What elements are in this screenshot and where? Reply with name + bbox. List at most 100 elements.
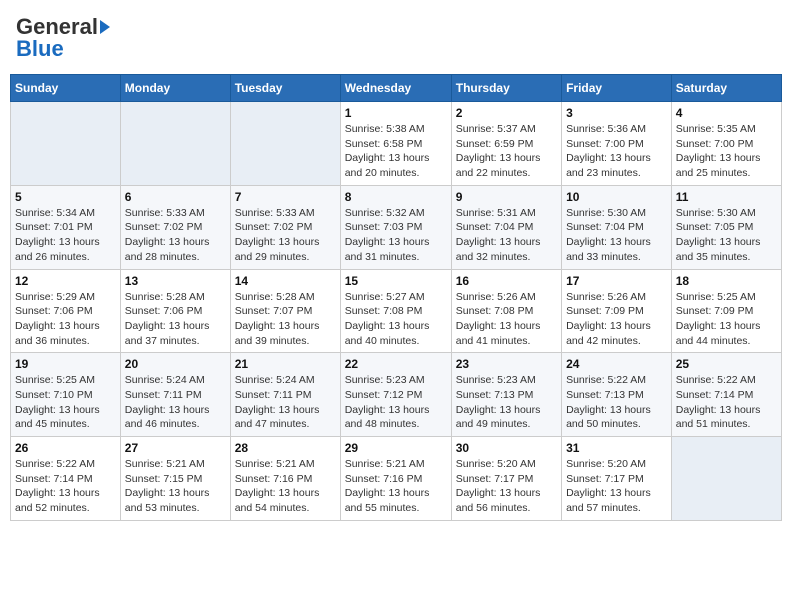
calendar-day-cell: 29Sunrise: 5:21 AM Sunset: 7:16 PM Dayli… bbox=[340, 437, 451, 521]
calendar-day-cell bbox=[230, 102, 340, 186]
day-info: Sunrise: 5:24 AM Sunset: 7:11 PM Dayligh… bbox=[125, 373, 226, 432]
calendar-day-cell: 8 Sunrise: 5:32 AM Sunset: 7:03 PM Daylig… bbox=[340, 185, 451, 269]
day-info: Sunrise: 5:34 AM Sunset: 7:01 PM Dayligh… bbox=[15, 206, 116, 265]
calendar-day-cell: 31Sunrise: 5:20 AM Sunset: 7:17 PM Dayli… bbox=[562, 437, 672, 521]
day-info: Sunrise: 5:21 AM Sunset: 7:16 PM Dayligh… bbox=[345, 457, 447, 516]
day-number: 20 bbox=[125, 357, 226, 371]
calendar-table: SundayMondayTuesdayWednesdayThursdayFrid… bbox=[10, 74, 782, 521]
day-number: 27 bbox=[125, 441, 226, 455]
calendar-day-cell: 24Sunrise: 5:22 AM Sunset: 7:13 PM Dayli… bbox=[562, 353, 672, 437]
day-number: 23 bbox=[456, 357, 557, 371]
calendar-day-cell: 21 Sunrise: 5:24 AM Sunset: 7:11 PM Dayli… bbox=[230, 353, 340, 437]
calendar-day-cell: 28 Sunrise: 5:21 AM Sunset: 7:16 PM Dayli… bbox=[230, 437, 340, 521]
day-info: Sunrise: 5:22 AM Sunset: 7:14 PM Dayligh… bbox=[15, 457, 116, 516]
calendar-day-cell: 3 Sunrise: 5:36 AM Sunset: 7:00 PM Daylig… bbox=[562, 102, 672, 186]
day-info: Sunrise: 5:30 AM Sunset: 7:05 PM Dayligh… bbox=[676, 206, 777, 265]
day-number: 3 bbox=[566, 106, 667, 120]
day-info: Sunrise: 5:25 AM Sunset: 7:09 PM Dayligh… bbox=[676, 290, 777, 349]
day-info: Sunrise: 5:26 AM Sunset: 7:09 PM Dayligh… bbox=[566, 290, 667, 349]
calendar-day-cell: 13 Sunrise: 5:28 AM Sunset: 7:06 PM Dayli… bbox=[120, 269, 230, 353]
day-number: 17 bbox=[566, 274, 667, 288]
calendar-header-row: SundayMondayTuesdayWednesdayThursdayFrid… bbox=[11, 75, 782, 102]
day-number: 4 bbox=[676, 106, 777, 120]
calendar-day-cell bbox=[671, 437, 781, 521]
day-info: Sunrise: 5:30 AM Sunset: 7:04 PM Dayligh… bbox=[566, 206, 667, 265]
day-info: Sunrise: 5:21 AM Sunset: 7:15 PM Dayligh… bbox=[125, 457, 226, 516]
day-number: 12 bbox=[15, 274, 116, 288]
logo: General Blue bbox=[16, 14, 110, 62]
day-info: Sunrise: 5:24 AM Sunset: 7:11 PM Dayligh… bbox=[235, 373, 336, 432]
calendar-day-cell: 11 Sunrise: 5:30 AM Sunset: 7:05 PM Dayli… bbox=[671, 185, 781, 269]
day-number: 22 bbox=[345, 357, 447, 371]
calendar-day-cell: 16Sunrise: 5:26 AM Sunset: 7:08 PM Dayli… bbox=[451, 269, 561, 353]
day-number: 24 bbox=[566, 357, 667, 371]
day-info: Sunrise: 5:20 AM Sunset: 7:17 PM Dayligh… bbox=[456, 457, 557, 516]
day-info: Sunrise: 5:23 AM Sunset: 7:12 PM Dayligh… bbox=[345, 373, 447, 432]
day-number: 16 bbox=[456, 274, 557, 288]
calendar-day-cell: 19 Sunrise: 5:25 AM Sunset: 7:10 PM Dayli… bbox=[11, 353, 121, 437]
calendar-day-cell: 4 Sunrise: 5:35 AM Sunset: 7:00 PM Daylig… bbox=[671, 102, 781, 186]
page-header: General Blue bbox=[10, 10, 782, 66]
day-number: 19 bbox=[15, 357, 116, 371]
day-info: Sunrise: 5:27 AM Sunset: 7:08 PM Dayligh… bbox=[345, 290, 447, 349]
day-number: 26 bbox=[15, 441, 116, 455]
logo-arrow-icon bbox=[100, 20, 110, 34]
calendar-day-cell: 1 Sunrise: 5:38 AM Sunset: 6:58 PM Daylig… bbox=[340, 102, 451, 186]
calendar-day-cell: 2 Sunrise: 5:37 AM Sunset: 6:59 PM Daylig… bbox=[451, 102, 561, 186]
weekday-header: Saturday bbox=[671, 75, 781, 102]
calendar-day-cell: 23 Sunrise: 5:23 AM Sunset: 7:13 PM Dayli… bbox=[451, 353, 561, 437]
calendar-day-cell: 30 Sunrise: 5:20 AM Sunset: 7:17 PM Dayli… bbox=[451, 437, 561, 521]
calendar-day-cell: 17 Sunrise: 5:26 AM Sunset: 7:09 PM Dayli… bbox=[562, 269, 672, 353]
day-info: Sunrise: 5:38 AM Sunset: 6:58 PM Dayligh… bbox=[345, 122, 447, 181]
weekday-header: Tuesday bbox=[230, 75, 340, 102]
day-info: Sunrise: 5:25 AM Sunset: 7:10 PM Dayligh… bbox=[15, 373, 116, 432]
calendar-day-cell: 12 Sunrise: 5:29 AM Sunset: 7:06 PM Dayli… bbox=[11, 269, 121, 353]
weekday-header: Sunday bbox=[11, 75, 121, 102]
calendar-day-cell bbox=[11, 102, 121, 186]
day-number: 5 bbox=[15, 190, 116, 204]
calendar-day-cell: 27 Sunrise: 5:21 AM Sunset: 7:15 PM Dayli… bbox=[120, 437, 230, 521]
weekday-header: Friday bbox=[562, 75, 672, 102]
day-number: 6 bbox=[125, 190, 226, 204]
logo-blue-text: Blue bbox=[16, 36, 64, 62]
calendar-day-cell: 6 Sunrise: 5:33 AM Sunset: 7:02 PM Daylig… bbox=[120, 185, 230, 269]
day-info: Sunrise: 5:32 AM Sunset: 7:03 PM Dayligh… bbox=[345, 206, 447, 265]
day-number: 30 bbox=[456, 441, 557, 455]
day-number: 21 bbox=[235, 357, 336, 371]
day-info: Sunrise: 5:35 AM Sunset: 7:00 PM Dayligh… bbox=[676, 122, 777, 181]
day-number: 11 bbox=[676, 190, 777, 204]
calendar-day-cell: 5 Sunrise: 5:34 AM Sunset: 7:01 PM Daylig… bbox=[11, 185, 121, 269]
day-number: 1 bbox=[345, 106, 447, 120]
weekday-header: Monday bbox=[120, 75, 230, 102]
calendar-day-cell: 9 Sunrise: 5:31 AM Sunset: 7:04 PM Daylig… bbox=[451, 185, 561, 269]
day-number: 31 bbox=[566, 441, 667, 455]
day-number: 28 bbox=[235, 441, 336, 455]
day-info: Sunrise: 5:31 AM Sunset: 7:04 PM Dayligh… bbox=[456, 206, 557, 265]
calendar-day-cell: 20 Sunrise: 5:24 AM Sunset: 7:11 PM Dayli… bbox=[120, 353, 230, 437]
day-number: 7 bbox=[235, 190, 336, 204]
calendar-day-cell: 18Sunrise: 5:25 AM Sunset: 7:09 PM Dayli… bbox=[671, 269, 781, 353]
day-info: Sunrise: 5:23 AM Sunset: 7:13 PM Dayligh… bbox=[456, 373, 557, 432]
calendar-day-cell bbox=[120, 102, 230, 186]
calendar-day-cell: 15Sunrise: 5:27 AM Sunset: 7:08 PM Dayli… bbox=[340, 269, 451, 353]
day-number: 25 bbox=[676, 357, 777, 371]
day-info: Sunrise: 5:33 AM Sunset: 7:02 PM Dayligh… bbox=[235, 206, 336, 265]
day-info: Sunrise: 5:21 AM Sunset: 7:16 PM Dayligh… bbox=[235, 457, 336, 516]
day-number: 2 bbox=[456, 106, 557, 120]
day-info: Sunrise: 5:28 AM Sunset: 7:06 PM Dayligh… bbox=[125, 290, 226, 349]
calendar-day-cell: 7 Sunrise: 5:33 AM Sunset: 7:02 PM Daylig… bbox=[230, 185, 340, 269]
day-number: 9 bbox=[456, 190, 557, 204]
day-number: 13 bbox=[125, 274, 226, 288]
day-info: Sunrise: 5:33 AM Sunset: 7:02 PM Dayligh… bbox=[125, 206, 226, 265]
calendar-week-row: 1 Sunrise: 5:38 AM Sunset: 6:58 PM Daylig… bbox=[11, 102, 782, 186]
calendar-day-cell: 14 Sunrise: 5:28 AM Sunset: 7:07 PM Dayli… bbox=[230, 269, 340, 353]
calendar-day-cell: 10Sunrise: 5:30 AM Sunset: 7:04 PM Dayli… bbox=[562, 185, 672, 269]
day-info: Sunrise: 5:28 AM Sunset: 7:07 PM Dayligh… bbox=[235, 290, 336, 349]
calendar-day-cell: 26 Sunrise: 5:22 AM Sunset: 7:14 PM Dayli… bbox=[11, 437, 121, 521]
day-info: Sunrise: 5:37 AM Sunset: 6:59 PM Dayligh… bbox=[456, 122, 557, 181]
calendar-week-row: 5 Sunrise: 5:34 AM Sunset: 7:01 PM Daylig… bbox=[11, 185, 782, 269]
day-info: Sunrise: 5:36 AM Sunset: 7:00 PM Dayligh… bbox=[566, 122, 667, 181]
day-info: Sunrise: 5:29 AM Sunset: 7:06 PM Dayligh… bbox=[15, 290, 116, 349]
day-number: 8 bbox=[345, 190, 447, 204]
day-number: 14 bbox=[235, 274, 336, 288]
